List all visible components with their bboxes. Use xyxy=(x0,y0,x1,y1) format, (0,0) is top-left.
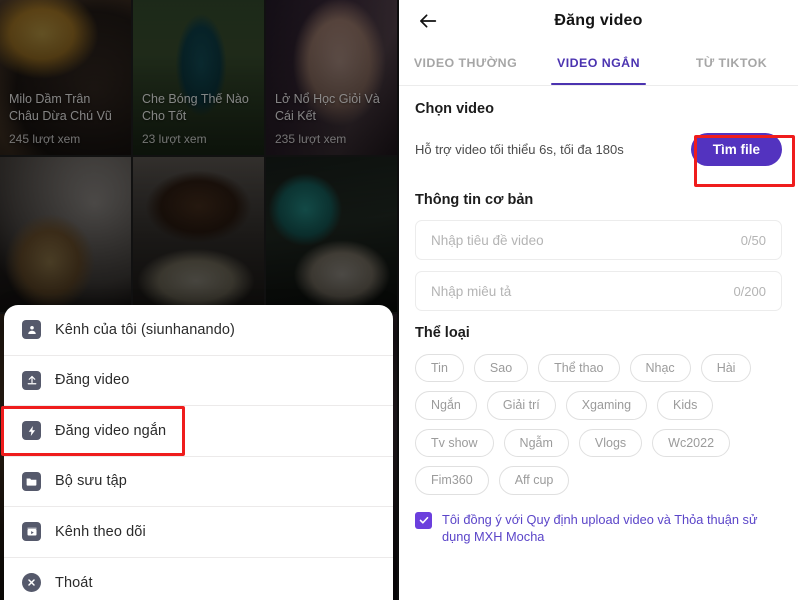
category-chip[interactable]: Sao xyxy=(473,354,529,383)
video-views: 245 lượt xem xyxy=(9,132,81,146)
video-title-placeholder: Nhập tiêu đề video xyxy=(431,232,544,248)
app-screen: Milo Dầm Trân Châu Dừa Chú Vũ 245 lượt x… xyxy=(0,0,800,600)
category-chip[interactable]: Giải trí xyxy=(486,391,556,420)
agreement-checkbox[interactable] xyxy=(415,511,432,529)
choose-video-row: Hỗ trợ video tối thiểu 6s, tối đa 180s T… xyxy=(415,131,782,167)
category-chip[interactable]: Thể thao xyxy=(538,354,620,383)
section-title-basic-info: Thông tin cơ bản xyxy=(415,192,534,208)
category-chip[interactable]: Tin xyxy=(415,354,464,383)
menu-item-post-short-video[interactable]: Đăng video ngắn xyxy=(4,406,393,457)
play-box-icon xyxy=(22,522,41,542)
video-views: 23 lượt xem xyxy=(142,132,207,146)
upload-header: Đăng video xyxy=(399,0,798,41)
menu-item-my-channel[interactable]: Kênh của tôi (siunhanando) xyxy=(4,305,393,356)
upload-tabbar: VIDEO THƯỜNG VIDEO NGẮN TỪ TIKTOK xyxy=(399,41,798,86)
video-card[interactable] xyxy=(266,157,397,312)
page-title: Đăng video xyxy=(554,11,643,29)
folder-icon xyxy=(22,471,41,491)
video-card-meta: Lở Nổ Học Giỏi Và Cái Kết 235 lượt xem xyxy=(275,91,388,146)
upload-icon xyxy=(22,370,41,390)
video-title: Milo Dầm Trân Châu Dừa Chú Vũ xyxy=(9,92,112,123)
category-chip[interactable]: Fim360 xyxy=(415,466,489,495)
category-chip[interactable]: Kids xyxy=(657,391,714,420)
menu-item-label: Đăng video ngắn xyxy=(55,422,167,439)
tab-video-thuong[interactable]: VIDEO THƯỜNG xyxy=(399,41,532,85)
left-panel-video-list: Milo Dầm Trân Châu Dừa Chú Vũ 245 lượt x… xyxy=(0,0,399,600)
category-chip[interactable]: Aff cup xyxy=(498,466,570,495)
video-title: Che Bóng Thế Nào Cho Tốt xyxy=(142,92,249,123)
section-title-categories: Thể loại xyxy=(415,325,470,341)
category-chip[interactable]: Xgaming xyxy=(565,391,648,420)
video-description-input[interactable]: Nhập miêu tả 0/200 xyxy=(415,271,782,311)
menu-item-label: Bộ sưu tập xyxy=(55,473,127,490)
menu-item-followed-channels[interactable]: Kênh theo dõi xyxy=(4,507,393,558)
upload-form-body: Chọn video Hỗ trợ video tối thiểu 6s, tố… xyxy=(399,86,798,545)
video-card[interactable] xyxy=(0,157,131,312)
thumbnail-scrim xyxy=(133,157,264,312)
thumbnail-scrim xyxy=(266,157,397,312)
video-description-counter: 0/200 xyxy=(733,283,766,299)
category-chip[interactable]: Ngẫm xyxy=(503,428,569,458)
video-duration-hint: Hỗ trợ video tối thiểu 6s, tối đa 180s xyxy=(415,141,624,157)
category-chip[interactable]: Ngắn xyxy=(415,391,477,420)
right-panel-upload-form: Đăng video VIDEO THƯỜNG VIDEO NGẮN TỪ TI… xyxy=(399,0,798,600)
tab-video-ngan[interactable]: VIDEO NGẮN xyxy=(532,41,665,85)
menu-item-label: Đăng video xyxy=(55,372,130,389)
video-title-counter: 0/50 xyxy=(740,232,766,248)
menu-item-collection[interactable]: Bộ sưu tập xyxy=(4,457,393,507)
menu-item-label: Kênh theo dõi xyxy=(55,523,146,540)
menu-item-label: Thoát xyxy=(55,574,93,591)
thumbnail-scrim xyxy=(0,157,131,312)
section-title-choose-video: Chọn video xyxy=(415,101,494,117)
bottom-sheet-menu: Kênh của tôi (siunhanando) Đăng video Đă… xyxy=(4,305,393,600)
video-description-placeholder: Nhập miêu tả xyxy=(431,283,512,299)
category-chip[interactable]: Wc2022 xyxy=(652,428,731,458)
video-card-meta: Milo Dầm Trân Châu Dừa Chú Vũ 245 lượt x… xyxy=(9,91,122,146)
video-card[interactable]: Che Bóng Thế Nào Cho Tốt 23 lượt xem xyxy=(133,0,264,155)
video-card[interactable]: Milo Dầm Trân Châu Dừa Chú Vũ 245 lượt x… xyxy=(0,0,131,155)
lightning-icon xyxy=(22,421,41,441)
agreement-text[interactable]: Tôi đồng ý với Quy định upload video và … xyxy=(442,511,782,545)
video-card-meta: Che Bóng Thế Nào Cho Tốt 23 lượt xem xyxy=(142,91,255,146)
video-title: Lở Nổ Học Giỏi Và Cái Kết xyxy=(275,92,380,123)
agreement-row: Tôi đồng ý với Quy định upload video và … xyxy=(415,511,782,545)
video-card[interactable]: Lở Nổ Học Giỏi Và Cái Kết 235 lượt xem xyxy=(266,0,397,155)
find-file-button[interactable]: Tìm file xyxy=(690,132,782,166)
category-chip-list: Tin Sao Thể thao Nhạc Hài Ngắn Giải trí … xyxy=(415,354,782,495)
video-card[interactable] xyxy=(133,157,264,312)
tab-tu-tiktok[interactable]: TỪ TIKTOK xyxy=(665,41,798,85)
category-chip[interactable]: Tv show xyxy=(415,428,494,458)
category-chip[interactable]: Nhạc xyxy=(629,354,691,383)
video-title-input[interactable]: Nhập tiêu đề video 0/50 xyxy=(415,220,782,260)
video-views: 235 lượt xem xyxy=(275,132,347,146)
menu-item-label: Kênh của tôi (siunhanando) xyxy=(55,321,235,338)
close-circle-icon xyxy=(22,573,41,593)
category-chip[interactable]: Hài xyxy=(700,354,752,383)
category-chip[interactable]: Vlogs xyxy=(578,428,643,458)
menu-item-exit[interactable]: Thoát xyxy=(4,558,393,600)
person-icon xyxy=(22,320,41,340)
menu-item-post-video[interactable]: Đăng video xyxy=(4,356,393,406)
